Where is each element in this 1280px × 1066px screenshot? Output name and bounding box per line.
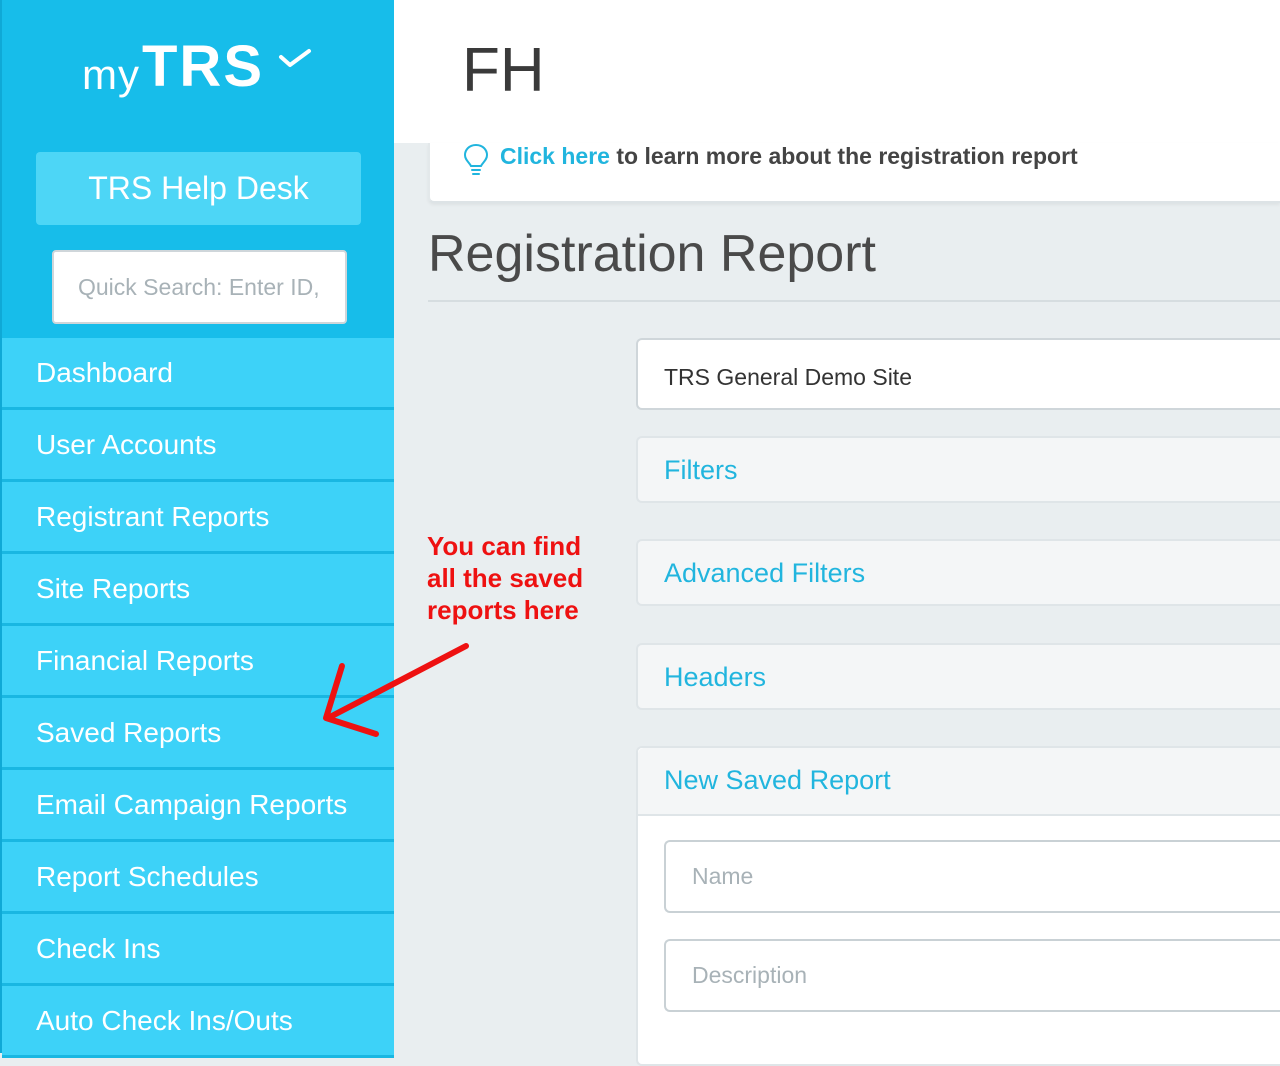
info-text: Click here to learn more about the regis… [500,143,1078,169]
info-rest-text: to learn more about the registration rep… [609,143,1078,169]
top-bar: FH [394,0,1280,143]
annotation-arrow-icon [323,643,469,737]
new-saved-report-panel: New Saved Report [636,746,1280,1066]
filters-panel[interactable]: Filters [636,436,1280,503]
sidebar-item-check-ins[interactable]: Check Ins [2,914,394,986]
sidebar-item-site-reports[interactable]: Site Reports [2,554,394,626]
annotation-line: You can find [427,531,582,561]
sidebar-item-dashboard[interactable]: Dashboard [2,338,394,410]
new-saved-report-header[interactable]: New Saved Report [664,765,891,796]
help-desk-button[interactable]: TRS Help Desk [36,152,361,225]
advanced-filters-panel[interactable]: Advanced Filters [636,539,1280,606]
title-divider [428,300,1280,302]
quick-search-input[interactable] [52,250,347,324]
page-title: Registration Report [428,225,876,283]
sidebar-item-auto-check-ins-outs[interactable]: Auto Check Ins/Outs [2,986,394,1058]
checkmark-icon [279,49,311,67]
sidebar-item-registrant-reports[interactable]: Registrant Reports [2,482,394,554]
new-saved-report-head[interactable]: New Saved Report [638,748,1280,816]
description-input[interactable] [664,939,1280,1012]
sidebar: my TRS TRS Help Desk Dashboard User Acco… [0,0,394,1058]
sidebar-item-report-schedules[interactable]: Report Schedules [2,842,394,914]
mytrs-logo[interactable]: my TRS [82,34,311,99]
sidebar-item-email-campaign-reports[interactable]: Email Campaign Reports [2,770,394,842]
logo-my: my [82,51,140,98]
logo-trs: TRS [142,34,264,99]
header-title: FH [462,36,545,105]
sidebar-item-user-accounts[interactable]: User Accounts [2,410,394,482]
click-here-link[interactable]: Click here [500,143,610,169]
name-input[interactable] [664,840,1280,913]
advanced-filters-header[interactable]: Advanced Filters [664,558,865,589]
site-selector[interactable]: TRS General Demo Site [636,338,1280,410]
headers-panel[interactable]: Headers [636,643,1280,710]
annotation-line: all the saved [427,563,584,593]
annotation-line: reports here [427,595,579,625]
site-value: TRS General Demo Site [664,364,912,390]
lightbulb-icon [463,143,489,175]
filters-header[interactable]: Filters [664,455,738,486]
headers-header[interactable]: Headers [664,662,766,693]
annotation-text: You can find all the saved reports here [427,530,627,626]
info-banner: Click here to learn more about the regis… [428,143,1280,203]
